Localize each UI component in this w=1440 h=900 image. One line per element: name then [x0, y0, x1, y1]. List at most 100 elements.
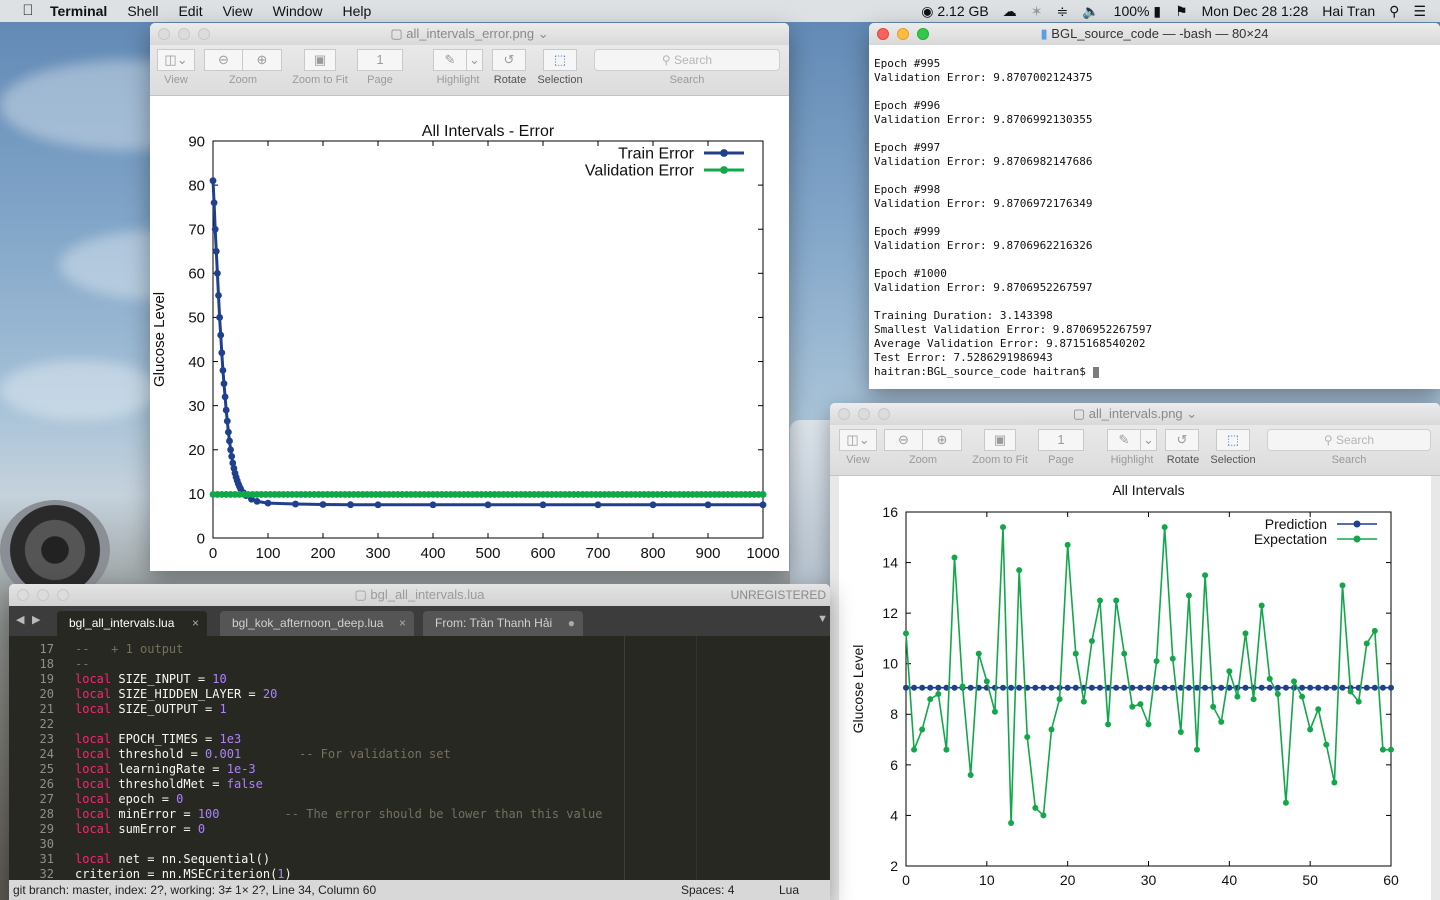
data-point [1331, 779, 1338, 786]
zoom-button[interactable] [878, 408, 890, 420]
cloud-icon[interactable]: ☁ [1003, 3, 1017, 20]
nav-back-icon[interactable]: ◀ [16, 613, 24, 626]
volume-icon[interactable]: 🔈 [1082, 3, 1099, 20]
zoom-button[interactable] [917, 28, 929, 40]
notification-center-icon[interactable]: ☰ [1413, 3, 1426, 20]
apple-menu-icon[interactable]:  [20, 3, 36, 19]
zoom-out-icon[interactable]: ⊖ [204, 49, 243, 71]
search-input[interactable]: ⚲ Search [594, 49, 780, 71]
tab-bgl-all-intervals[interactable]: bgl_all_intervals.lua × [57, 611, 207, 636]
zoom-in-icon[interactable]: ⊕ [243, 49, 282, 71]
flag-icon[interactable]: ⚑ [1175, 3, 1188, 20]
zoom-button[interactable] [57, 589, 69, 601]
code-token: -- + 1 output [75, 642, 184, 656]
close-button[interactable] [158, 28, 170, 40]
y-tick-label: 14 [882, 554, 898, 570]
y-tick-label: 10 [188, 486, 205, 503]
bluetooth-icon[interactable]: ✶ [1031, 3, 1043, 20]
menu-shell[interactable]: Shell [127, 3, 158, 19]
data-point [210, 199, 218, 207]
code-content[interactable]: -- + 1 output -- local SIZE_INPUT = 10 loca… [75, 642, 602, 882]
indentation-setting[interactable]: Spaces: 4 [681, 880, 734, 900]
terminal-output[interactable]: Epoch #995 Validation Error: 9.8707002124… [869, 45, 1440, 379]
battery-status[interactable]: 100% ▮ [1114, 3, 1161, 20]
spotlight-search-icon[interactable]: ⚲ [1389, 3, 1399, 20]
terminal-line: Epoch #997 [874, 141, 941, 154]
wifi-icon[interactable]: ≑ [1056, 3, 1068, 20]
tab-bar: ◀ ▶ bgl_all_intervals.lua × bgl_kok_after… [9, 606, 830, 636]
minimize-button[interactable] [178, 28, 190, 40]
selection-icon[interactable]: ⬚ [543, 49, 577, 71]
highlight-menu-icon[interactable]: ⌄ [1141, 429, 1157, 451]
zoom-to-fit-icon[interactable]: ▣ [984, 429, 1016, 451]
terminal-line: Validation Error: 9.8707002124375 [874, 71, 1093, 84]
minimize-button[interactable] [37, 589, 49, 601]
zoom-in-icon[interactable]: ⊕ [923, 429, 962, 451]
page-field[interactable]: 1 [1038, 429, 1084, 451]
selection-icon[interactable]: ⬚ [1216, 429, 1250, 451]
terminal-prompt[interactable]: haitran:BGL_source_code haitran$ [874, 365, 1434, 379]
syntax-setting[interactable]: Lua [779, 880, 799, 900]
data-point [991, 684, 998, 691]
y-tick-label: 12 [882, 605, 898, 621]
minimize-button[interactable] [897, 28, 909, 40]
zoom-to-fit-icon[interactable]: ▣ [304, 49, 336, 71]
highlight-pen-icon[interactable]: ✎ [433, 49, 467, 71]
data-point [649, 501, 657, 509]
terminal-window: ▮ BGL_source_code — -bash — 80×24 Epoch … [869, 23, 1440, 389]
tab-close-icon[interactable]: × [192, 611, 199, 636]
tab-from-tran-thanh-hai[interactable]: From: Trần Thanh Hải ● [423, 611, 583, 636]
tab-bgl-kok-afternoon[interactable]: bgl_kok_afternoon_deep.lua × [220, 611, 414, 636]
code-token: 0.001 [205, 747, 242, 761]
page-field[interactable]: 1 [357, 49, 403, 71]
nav-forward-icon[interactable]: ▶ [32, 613, 40, 626]
data-point [1016, 684, 1023, 691]
highlight-menu-icon[interactable]: ⌄ [467, 49, 483, 71]
minimap[interactable] [696, 636, 830, 880]
zoom-button[interactable] [198, 28, 210, 40]
search-input[interactable]: ⚲ Search [1267, 429, 1431, 451]
menu-window[interactable]: Window [273, 3, 323, 19]
highlight-pen-icon[interactable]: ✎ [1107, 429, 1141, 451]
menu-edit[interactable]: Edit [178, 3, 202, 19]
tab-overflow-icon[interactable]: ▼ [817, 613, 828, 625]
data-point [212, 247, 220, 255]
sidebar-view-button[interactable]: ◫⌄ [157, 49, 195, 71]
zoom-out-icon[interactable]: ⊖ [884, 429, 923, 451]
minimize-button[interactable] [858, 408, 870, 420]
chevron-down-icon[interactable]: ⌄ [1183, 406, 1197, 421]
code-token: 10 [212, 672, 227, 686]
menu-help[interactable]: Help [342, 3, 371, 19]
text-cursor [1092, 366, 1099, 378]
menu-app-name[interactable]: Terminal [50, 3, 107, 19]
data-point [319, 501, 327, 508]
title-bar: ▮ BGL_source_code — -bash — 80×24 [869, 23, 1440, 45]
clock[interactable]: Mon Dec 28 1:28 [1202, 3, 1309, 19]
x-tick-label: 0 [902, 872, 910, 888]
y-tick-label: 0 [197, 530, 205, 547]
menu-view[interactable]: View [223, 3, 253, 19]
rotate-icon[interactable]: ↺ [1165, 429, 1199, 451]
code-token: ) [284, 867, 292, 881]
data-point [951, 554, 958, 561]
data-point [1388, 684, 1394, 691]
memory-status[interactable]: ◉ 2.12 GB [921, 3, 988, 20]
close-button[interactable] [838, 408, 850, 420]
rotate-icon[interactable]: ↺ [492, 49, 526, 71]
zoom-label: Zoom [228, 74, 258, 86]
code-editor[interactable]: 17 18 19 20 21 22 23 24 25 26 27 28 29 30 31 32 -- + 1 … [9, 636, 830, 882]
sidebar-view-button[interactable]: ◫⌄ [839, 429, 877, 451]
user-name[interactable]: Hai Tran [1322, 3, 1375, 19]
document-icon: ▢ [390, 26, 407, 41]
tab-close-icon[interactable]: × [399, 611, 406, 636]
chevron-down-icon[interactable]: ⌄ [534, 26, 549, 41]
data-point [222, 406, 230, 414]
data-point [1105, 721, 1112, 728]
tab-modified-icon[interactable]: ● [568, 611, 575, 636]
view-label: View [164, 74, 188, 86]
close-button[interactable] [17, 589, 29, 601]
close-button[interactable] [877, 28, 889, 40]
code-line: local threshold = 0.001 -- For validatio… [75, 747, 602, 762]
